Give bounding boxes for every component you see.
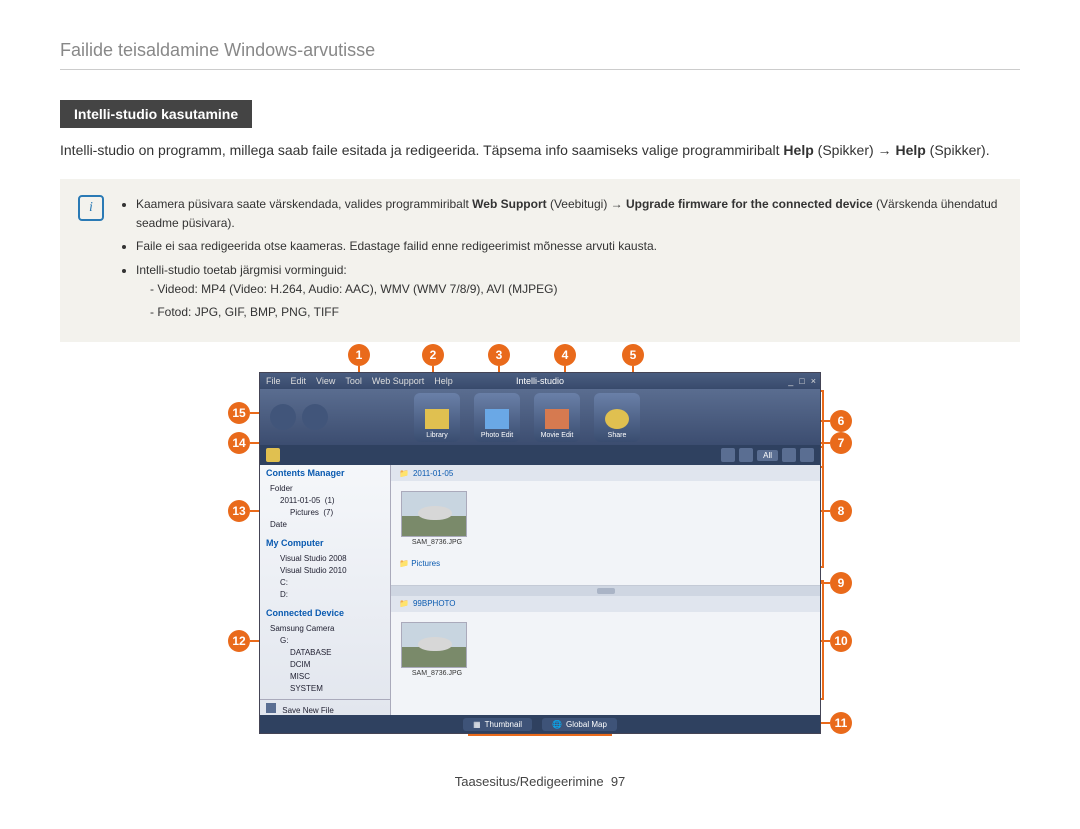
callout-6: 6 bbox=[830, 410, 852, 432]
library-button[interactable]: Library bbox=[414, 393, 460, 442]
device-tree[interactable]: Samsung Camera G: DATABASE DCIM MISC SYS… bbox=[260, 621, 390, 699]
note-bullet: Kaamera püsivara saate värskendada, vali… bbox=[136, 195, 1002, 233]
thumbnail[interactable]: SAM_8736.JPG bbox=[397, 487, 477, 550]
toolbar: Library Photo Edit Movie Edit Share bbox=[260, 389, 820, 445]
pane-divider[interactable] bbox=[391, 586, 820, 596]
callout-4: 4 bbox=[554, 344, 576, 366]
menu-item[interactable]: File bbox=[266, 376, 281, 386]
callout-line bbox=[820, 420, 830, 422]
callout-line bbox=[820, 510, 830, 512]
intro-text: Intelli-studio on programm, millega saab… bbox=[60, 140, 1020, 161]
menu-item[interactable]: Edit bbox=[291, 376, 307, 386]
callout-9: 9 bbox=[830, 572, 852, 594]
callout-13: 13 bbox=[228, 500, 250, 522]
pane-bottom: 📁 99BPHOTO SAM_8736.JPG bbox=[391, 596, 820, 716]
callout-11: 11 bbox=[830, 712, 852, 734]
view-grid-icon[interactable] bbox=[782, 448, 796, 462]
callout-line bbox=[820, 640, 830, 642]
contents-manager-head[interactable]: Contents Manager bbox=[260, 465, 390, 481]
callout-3: 3 bbox=[488, 344, 510, 366]
save-icon bbox=[266, 703, 276, 713]
photo-edit-button[interactable]: Photo Edit bbox=[474, 393, 520, 442]
callout-2: 2 bbox=[422, 344, 444, 366]
close-icon[interactable]: × bbox=[811, 376, 816, 386]
note-sub-bullet: Videod: MP4 (Video: H.264, Audio: AAC), … bbox=[150, 280, 1002, 299]
share-button[interactable]: Share bbox=[594, 393, 640, 442]
pane-top-crumb[interactable]: 📁 2011-01-05 bbox=[391, 465, 820, 481]
connected-device-head[interactable]: Connected Device bbox=[260, 605, 390, 621]
screenshot-diagram: 1 2 3 4 5 15 14 13 12 6 7 8 9 10 11 File… bbox=[240, 372, 840, 734]
note-icon: i bbox=[78, 195, 104, 221]
note-sub-bullet: Fotod: JPG, GIF, BMP, PNG, TIFF bbox=[150, 303, 1002, 322]
movie-edit-icon bbox=[545, 409, 569, 429]
callout-5: 5 bbox=[622, 344, 644, 366]
app-window: File Edit View Tool Web Support Help Int… bbox=[259, 372, 821, 734]
thumbnail[interactable]: SAM_8736.JPG bbox=[397, 618, 477, 681]
page-footer: Taasesitus/Redigeerimine 97 bbox=[60, 774, 1020, 789]
callout-line bbox=[820, 722, 830, 724]
section-label: Intelli-studio kasutamine bbox=[60, 100, 252, 128]
nav-fwd-icon[interactable] bbox=[302, 404, 328, 430]
zoom-in-icon[interactable] bbox=[739, 448, 753, 462]
my-computer-head[interactable]: My Computer bbox=[260, 535, 390, 551]
window-controls[interactable]: _ □ × bbox=[788, 376, 816, 386]
sidebar: Contents Manager Folder 2011-01-05 (1) P… bbox=[260, 465, 391, 715]
folder-icon: 📁 bbox=[399, 599, 409, 608]
filter-all[interactable]: All bbox=[757, 450, 778, 461]
grid-icon: ▦ bbox=[473, 720, 481, 729]
globe-icon: 🌐 bbox=[552, 720, 562, 729]
pane-top-sub[interactable]: 📁 Pictures bbox=[391, 556, 820, 570]
movie-edit-button[interactable]: Movie Edit bbox=[534, 393, 580, 442]
callout-12: 12 bbox=[228, 630, 250, 652]
menu-item[interactable]: Web Support bbox=[372, 376, 424, 386]
maximize-icon[interactable]: □ bbox=[799, 376, 804, 386]
nav-back-icon[interactable] bbox=[270, 404, 296, 430]
folder-icon: 📁 bbox=[399, 469, 409, 478]
pane-bottom-crumb[interactable]: 📁 99BPHOTO bbox=[391, 596, 820, 612]
menu-item[interactable]: View bbox=[316, 376, 335, 386]
filter-bar: All bbox=[260, 445, 820, 465]
callout-line bbox=[820, 442, 830, 444]
page-header: Failide teisaldamine Windows-arvutisse bbox=[60, 40, 1020, 70]
app-brand: Intelli-studio bbox=[516, 376, 564, 386]
pane-top: 📁 2011-01-05 SAM_8736.JPG 📁 Pictures bbox=[391, 465, 820, 586]
note-bullet: Faile ei saa redigeerida otse kaameras. … bbox=[136, 237, 1002, 256]
computer-tree[interactable]: Visual Studio 2008 Visual Studio 2010 C:… bbox=[260, 551, 390, 605]
callout-7: 7 bbox=[830, 432, 852, 454]
callout-8: 8 bbox=[830, 500, 852, 522]
share-icon bbox=[605, 409, 629, 429]
callout-15: 15 bbox=[228, 402, 250, 424]
folder-icon[interactable] bbox=[266, 448, 280, 462]
menu-bar[interactable]: File Edit View Tool Web Support Help Int… bbox=[260, 373, 820, 389]
callout-1: 1 bbox=[348, 344, 370, 366]
thumbnail-image bbox=[401, 622, 467, 668]
drag-handle-icon bbox=[597, 588, 615, 594]
library-icon bbox=[425, 409, 449, 429]
callout-line bbox=[820, 582, 830, 584]
callout-10: 10 bbox=[830, 630, 852, 652]
photo-edit-icon bbox=[485, 409, 509, 429]
note-list: Kaamera püsivara saate värskendada, vali… bbox=[120, 195, 1002, 322]
note-bullet: Intelli-studio toetab järgmisi vormingui… bbox=[136, 261, 1002, 323]
zoom-out-icon[interactable] bbox=[721, 448, 735, 462]
status-global-map[interactable]: 🌐 Global Map bbox=[542, 718, 617, 731]
note-box: i Kaamera püsivara saate värskendada, va… bbox=[60, 179, 1020, 342]
status-thumbnail[interactable]: ▦ Thumbnail bbox=[463, 718, 532, 731]
menu-item[interactable]: Help bbox=[434, 376, 453, 386]
menu-item[interactable]: Tool bbox=[345, 376, 362, 386]
folder-icon: 📁 bbox=[399, 559, 409, 568]
minimize-icon[interactable]: _ bbox=[788, 376, 793, 386]
callout-14: 14 bbox=[228, 432, 250, 454]
content-area: 📁 2011-01-05 SAM_8736.JPG 📁 Pictures bbox=[391, 465, 820, 715]
save-new-file[interactable]: Save New File bbox=[260, 699, 390, 718]
contents-tree[interactable]: Folder 2011-01-05 (1) Pictures (7) Date bbox=[260, 481, 390, 535]
view-list-icon[interactable] bbox=[800, 448, 814, 462]
thumbnail-image bbox=[401, 491, 467, 537]
